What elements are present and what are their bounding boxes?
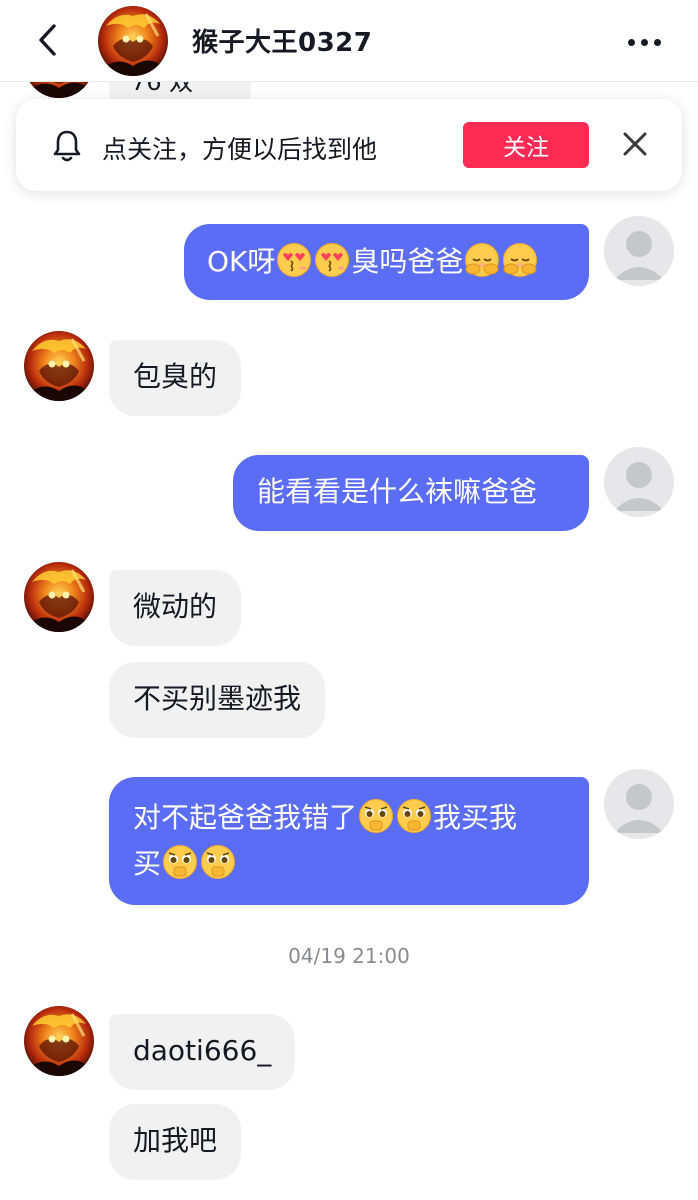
message-text: 加我吧 (133, 1124, 218, 1157)
monkey-king-avatar-icon (24, 1006, 94, 1076)
covering-face-emoji-icon (464, 242, 500, 278)
message-bubble-incoming[interactable]: 包臭的 (109, 340, 242, 416)
my-avatar[interactable] (604, 216, 674, 286)
message-timestamp: 04/19 21:00 (288, 944, 410, 968)
message-text: 买 (133, 847, 162, 880)
more-dots-icon (627, 38, 635, 46)
close-icon[interactable] (618, 127, 652, 161)
message-text: daoti666_ (133, 1034, 272, 1067)
message-text-continued: 我买我 (433, 801, 518, 834)
monkey-king-avatar-icon (98, 6, 168, 76)
follow-prompt-text: 点关注，方便以后找到他 (102, 135, 378, 164)
more-dots-icon (653, 38, 661, 46)
message-bubble-outgoing[interactable]: 能看看是什么袜嘛爸爸 (233, 455, 589, 531)
sender-avatar[interactable] (24, 562, 94, 632)
follow-button[interactable]: 关注 (463, 122, 589, 168)
message-bubble-outgoing[interactable]: OK呀 臭吗爸爸 (184, 224, 589, 300)
partial-message-text: 76 双 (131, 82, 194, 96)
message-text: 对不起爸爸我错了 (133, 801, 358, 834)
message-text-continued: 臭吗爸爸 (351, 245, 464, 278)
message-bubble-incoming[interactable]: 微动的 (109, 570, 242, 646)
contact-name[interactable]: 猴子大王0327 (192, 22, 372, 59)
chat-header: 猴子大王0327 (0, 0, 698, 82)
user-placeholder-icon (604, 769, 674, 839)
pleading-hands-emoji-icon (358, 798, 394, 834)
message-bubble-incoming[interactable]: daoti666_ (109, 1014, 296, 1090)
more-dots-icon (640, 38, 648, 46)
message-text: 包臭的 (133, 360, 218, 393)
message-line-1: 对不起爸爸我错了 我买我 (133, 795, 565, 841)
my-avatar[interactable] (604, 447, 674, 517)
user-placeholder-icon (604, 447, 674, 517)
sender-avatar[interactable] (24, 331, 94, 401)
heart-eyes-kiss-emoji-icon (276, 242, 312, 278)
message-text: 能看看是什么袜嘛爸爸 (257, 475, 538, 508)
partial-message-bubble: 76 双 (109, 82, 251, 100)
pleading-hands-emoji-icon (396, 798, 432, 834)
more-options-button[interactable] (618, 22, 670, 62)
covering-face-emoji-icon (502, 242, 538, 278)
message-text: 不买别墨迹我 (133, 682, 302, 715)
message-bubble-incoming[interactable]: 不买别墨迹我 (109, 662, 326, 738)
message-text: 微动的 (133, 590, 218, 623)
my-avatar[interactable] (604, 769, 674, 839)
contact-avatar[interactable] (98, 6, 168, 76)
bell-icon (53, 130, 81, 162)
follow-prompt-banner: 点关注，方便以后找到他 关注 (16, 99, 682, 191)
message-line-2: 买 (133, 841, 565, 887)
monkey-king-avatar-icon (24, 331, 94, 401)
heart-eyes-kiss-emoji-icon (314, 242, 350, 278)
back-button[interactable] (28, 18, 68, 62)
pleading-hands-emoji-icon (200, 844, 236, 880)
message-bubble-outgoing[interactable]: 对不起爸爸我错了 我买我 买 (109, 777, 589, 905)
user-placeholder-icon (604, 216, 674, 286)
monkey-king-avatar-icon (24, 562, 94, 632)
message-text: OK呀 (207, 245, 276, 278)
message-bubble-incoming[interactable]: 加我吧 (109, 1104, 242, 1180)
sender-avatar[interactable] (24, 1006, 94, 1076)
chevron-left-icon (39, 24, 56, 56)
pleading-hands-emoji-icon (162, 844, 198, 880)
